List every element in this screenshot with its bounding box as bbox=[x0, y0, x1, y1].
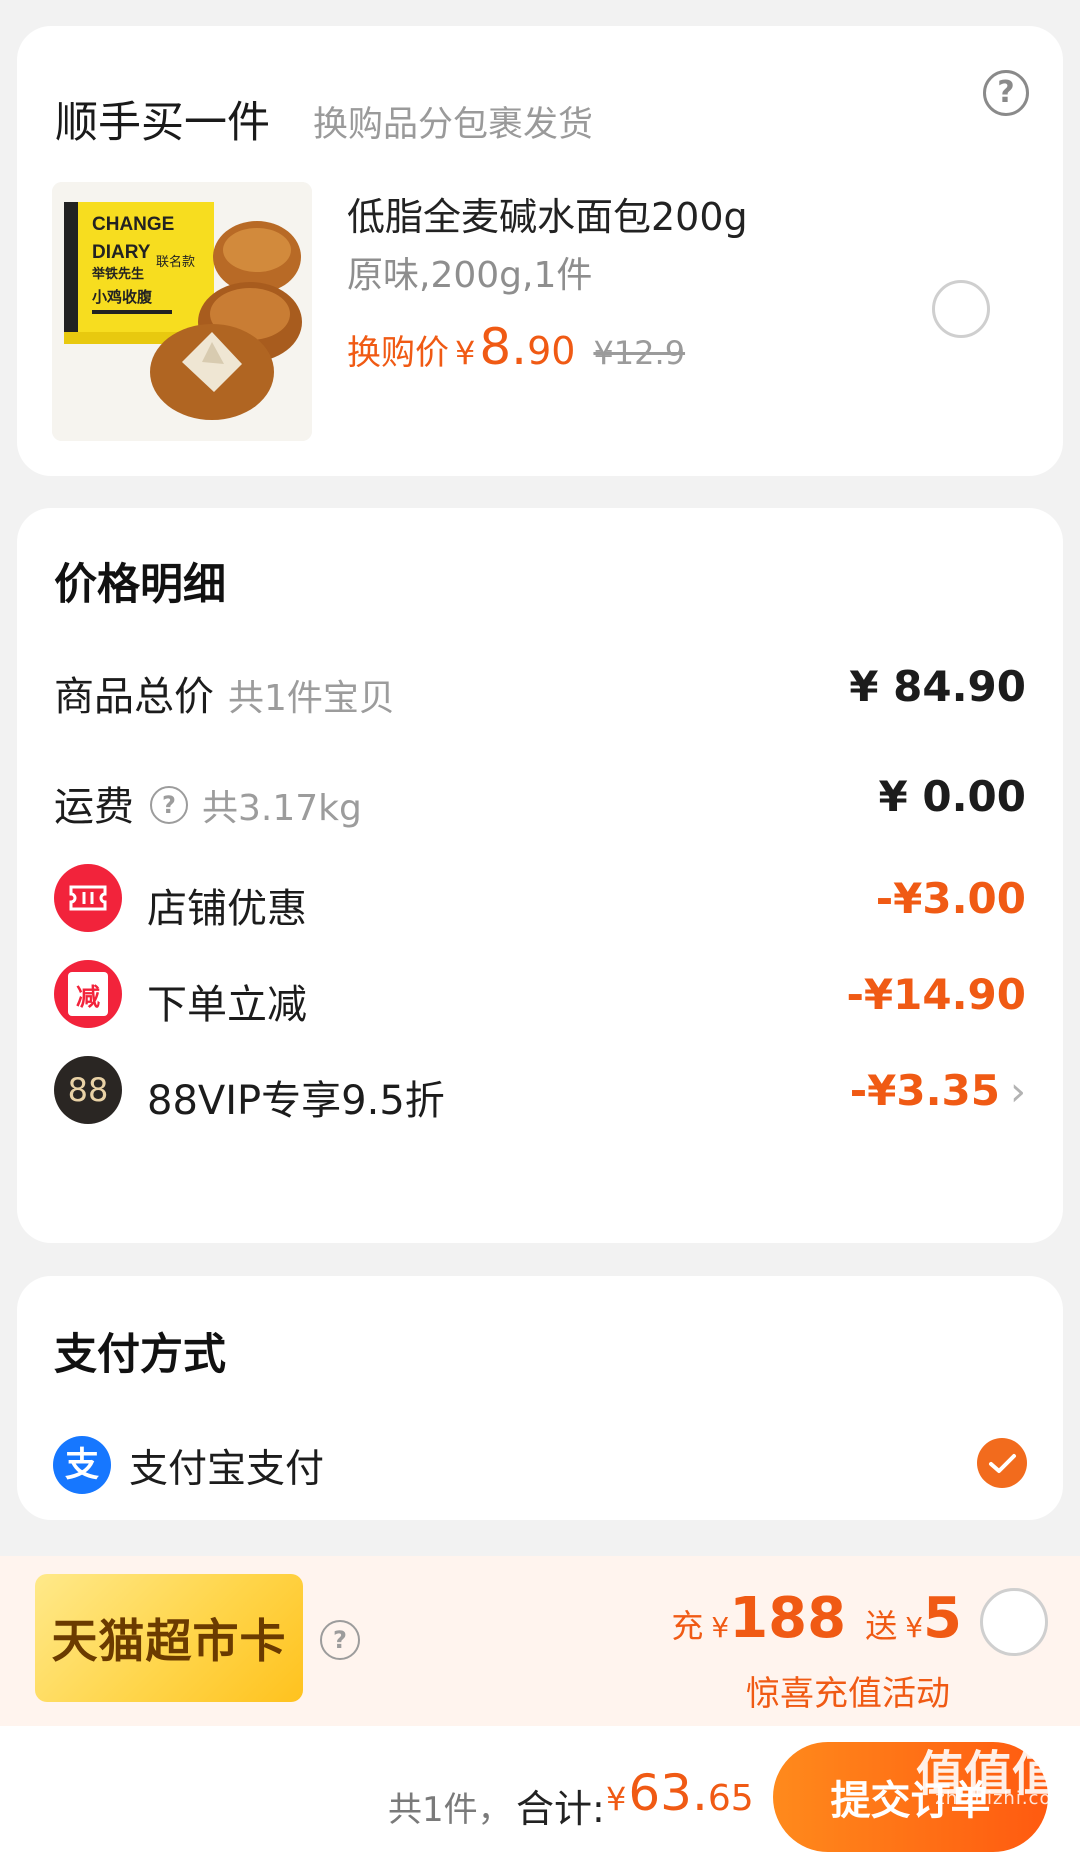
ticket-icon bbox=[54, 864, 122, 932]
store-discount-value: -¥3.00 bbox=[875, 874, 1026, 923]
promo-select-radio[interactable] bbox=[980, 1588, 1048, 1656]
package-collab-sub: 举铁先生 bbox=[91, 266, 144, 282]
checkmark-icon[interactable] bbox=[977, 1438, 1027, 1488]
charge-label: 充 bbox=[671, 1607, 704, 1645]
package-brand-top: CHANGE bbox=[92, 214, 174, 235]
addon-card: 顺手买一件 换购品分包裹发货 ? CHANGE DIARY 联名款 举铁先生 小… bbox=[17, 26, 1063, 476]
charge-yen: ¥ bbox=[711, 1611, 730, 1644]
package-text: 小鸡收腹 bbox=[92, 288, 153, 306]
payment-card: 支付方式 支 支付宝支付 bbox=[17, 1276, 1063, 1520]
alipay-icon: 支 bbox=[53, 1436, 111, 1494]
goods-total-row: 商品总价 共1件宝贝 ¥ 84.90 bbox=[54, 652, 1026, 722]
instant-reduce-row: 减 下单立减 -¥14.90 bbox=[54, 960, 1026, 1030]
goods-total-label: 商品总价 bbox=[54, 674, 214, 720]
addon-select-radio[interactable] bbox=[932, 280, 990, 338]
package-collab: 联名款 bbox=[156, 254, 195, 270]
total-label: 合计: bbox=[516, 1787, 605, 1831]
gift-yen: ¥ bbox=[905, 1611, 924, 1644]
question-circle-icon[interactable]: ? bbox=[983, 70, 1029, 116]
tmall-card-promo: 天猫超市卡 ? 充 ¥188 送 ¥5 惊喜充值活动 bbox=[0, 1556, 1080, 1726]
tmall-supermarket-card[interactable]: 天猫超市卡 bbox=[35, 1574, 303, 1702]
vip88-icon: 88 bbox=[54, 1056, 122, 1124]
promo-offer: 充 ¥188 送 ¥5 bbox=[671, 1586, 962, 1651]
addon-title: 顺手买一件 bbox=[55, 98, 270, 148]
goods-total-note: 共1件宝贝 bbox=[228, 678, 395, 719]
package-brand-bottom: DIARY bbox=[92, 242, 151, 263]
question-circle-icon[interactable]: ? bbox=[150, 786, 188, 824]
shipping-weight-note: 共3.17kg bbox=[202, 788, 362, 829]
promo-subtitle: 惊喜充值活动 bbox=[746, 1674, 950, 1714]
payment-title: 支付方式 bbox=[54, 1330, 226, 1380]
shipping-row: 运费? 共3.17kg ¥ 0.00 bbox=[54, 762, 1026, 832]
addon-subtitle: 换购品分包裹发货 bbox=[313, 105, 594, 145]
product-name[interactable]: 低脂全麦碱水面包200g bbox=[347, 186, 748, 241]
bread-package-illustration: CHANGE DIARY 联名款 举铁先生 小鸡收腹 bbox=[52, 182, 312, 441]
product-image[interactable]: CHANGE DIARY 联名款 举铁先生 小鸡收腹 bbox=[52, 182, 312, 441]
currency-symbol: ¥ bbox=[455, 334, 476, 372]
charge-amount: 188 bbox=[729, 1586, 847, 1651]
store-discount-label: 店铺优惠 bbox=[147, 886, 307, 932]
gift-amount: 5 bbox=[923, 1586, 962, 1651]
product-spec: 原味,200g,1件 bbox=[347, 255, 593, 296]
gift-label: 送 bbox=[865, 1607, 898, 1645]
alipay-label[interactable]: 支付宝支付 bbox=[129, 1438, 324, 1494]
chevron-right-icon: › bbox=[1010, 1069, 1026, 1115]
instant-reduce-label: 下单立减 bbox=[147, 982, 307, 1028]
shipping-value: ¥ 0.00 bbox=[878, 772, 1026, 821]
reduce-badge-text: 减 bbox=[68, 972, 108, 1016]
exchange-label: 换购价 bbox=[347, 333, 449, 373]
total-yen: ¥ bbox=[606, 1780, 627, 1818]
vip-discount-label: 88VIP专享9.5折 bbox=[147, 1078, 445, 1124]
total-decimal: 65 bbox=[707, 1778, 754, 1819]
vip-discount-value: -¥3.35 bbox=[849, 1066, 1000, 1115]
total-integer: 63. bbox=[628, 1764, 708, 1822]
price-detail-title: 价格明细 bbox=[54, 560, 226, 610]
vip-discount-value-wrap[interactable]: -¥3.35 › bbox=[850, 1066, 1026, 1115]
item-count: 共1件， bbox=[388, 1790, 512, 1830]
product-price: 换购价 ¥8.90 ¥12.9 bbox=[347, 318, 685, 376]
reduce-badge-icon: 减 bbox=[54, 960, 122, 1028]
total-value: ¥63.65 bbox=[606, 1764, 754, 1822]
price-decimal: 90 bbox=[527, 329, 576, 373]
vip-discount-row[interactable]: 88 88VIP专享9.5折 -¥3.35 › bbox=[54, 1056, 1026, 1126]
shipping-label: 运费 bbox=[54, 784, 134, 830]
price-integer: 8. bbox=[479, 318, 528, 376]
goods-total-value: ¥ 84.90 bbox=[849, 662, 1026, 711]
watermark-text: zhizhizhi.com bbox=[935, 1788, 1070, 1809]
question-circle-icon[interactable]: ? bbox=[320, 1620, 360, 1660]
instant-reduce-value: -¥14.90 bbox=[846, 970, 1026, 1019]
bottom-bar: 共1件， 合计: ¥63.65 提交订单 值值值 zhizhizhi.com bbox=[0, 1726, 1080, 1872]
store-discount-row: 店铺优惠 -¥3.00 bbox=[54, 864, 1026, 934]
original-price: ¥12.9 bbox=[593, 334, 686, 372]
price-detail-card: 价格明细 商品总价 共1件宝贝 ¥ 84.90 运费? 共3.17kg ¥ 0.00… bbox=[17, 508, 1063, 1243]
